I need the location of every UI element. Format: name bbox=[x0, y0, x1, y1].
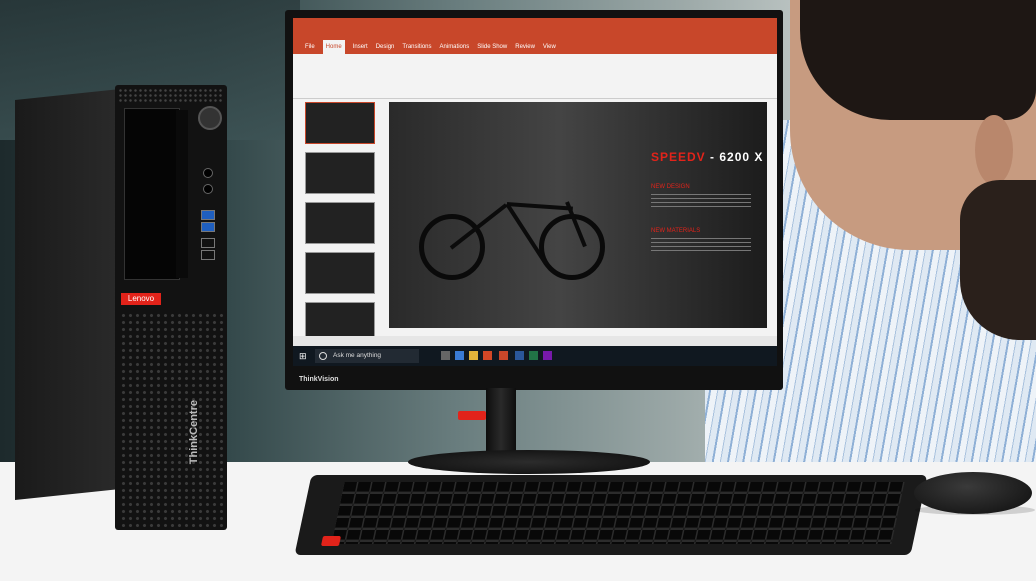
edge-icon[interactable] bbox=[455, 351, 464, 360]
bicycle-frame-icon bbox=[506, 202, 573, 211]
task-view-icon[interactable] bbox=[441, 351, 450, 360]
person-ear bbox=[975, 115, 1013, 185]
tower-top-vent bbox=[118, 88, 224, 102]
powerpoint-icon[interactable] bbox=[499, 351, 508, 360]
slide-thumbnail-pane bbox=[299, 102, 375, 344]
ribbon-tab[interactable]: Design bbox=[376, 40, 395, 54]
power-button-icon bbox=[198, 106, 222, 130]
keyboard-keys bbox=[331, 482, 905, 544]
bicycle-wheel-icon bbox=[539, 214, 605, 280]
app-status-bar bbox=[293, 336, 777, 346]
desktop-tower-side bbox=[15, 88, 125, 500]
slide-body-text bbox=[651, 194, 751, 210]
tower-front-vent bbox=[120, 312, 224, 527]
thinkvision-label: ThinkVision bbox=[299, 376, 339, 383]
card-reader-slot bbox=[176, 110, 188, 278]
cortana-icon bbox=[319, 352, 327, 360]
person-beard bbox=[960, 180, 1036, 340]
slide-title-rest: - 6200 X bbox=[705, 150, 764, 164]
monitor-screen: File Home Insert Design Transitions Anim… bbox=[293, 18, 777, 366]
optical-drive-bay bbox=[124, 108, 180, 280]
windows-taskbar: ⊞ Ask me anything bbox=[293, 346, 777, 366]
taskbar-search-placeholder: Ask me anything bbox=[333, 352, 382, 359]
product-scene: Lenovo ThinkCentre File Home Insert Desi… bbox=[0, 0, 1036, 581]
ribbon-tab[interactable]: Animations bbox=[440, 40, 470, 54]
monitor-stand-base bbox=[408, 450, 650, 474]
ribbon-tab[interactable]: Review bbox=[515, 40, 535, 54]
slide-thumbnail[interactable] bbox=[305, 102, 375, 144]
ribbon-toolbar bbox=[293, 54, 777, 99]
slide-thumbnail[interactable] bbox=[305, 252, 375, 294]
person-hair bbox=[800, 0, 1036, 120]
monitor-stand-neck bbox=[486, 388, 516, 458]
slide-title-accent: SPEEDV bbox=[651, 150, 706, 164]
slide-body-text bbox=[651, 238, 751, 254]
ribbon-tab[interactable]: Transitions bbox=[402, 40, 431, 54]
audio-jack-icon bbox=[203, 184, 213, 194]
slide-title: SPEEDV - 6200 X bbox=[651, 150, 763, 164]
windows-start-icon[interactable]: ⊞ bbox=[299, 351, 307, 362]
ribbon-tab-bar: File Home Insert Design Transitions Anim… bbox=[293, 40, 777, 54]
excel-icon[interactable] bbox=[529, 351, 538, 360]
keyboard-red-accent bbox=[320, 536, 342, 546]
slide-thumbnail[interactable] bbox=[305, 202, 375, 244]
slide-thumbnail[interactable] bbox=[305, 152, 375, 194]
app-title-bar bbox=[293, 18, 777, 40]
word-icon[interactable] bbox=[515, 351, 524, 360]
stand-red-accent bbox=[458, 411, 486, 420]
slide-canvas[interactable]: SPEEDV - 6200 X NEW DESIGN NEW MATERIALS bbox=[389, 102, 767, 328]
usb-port-icon bbox=[201, 250, 215, 260]
file-explorer-icon[interactable] bbox=[469, 351, 478, 360]
taskbar-search-box[interactable]: Ask me anything bbox=[315, 349, 419, 363]
ribbon-tab-active[interactable]: Home bbox=[322, 40, 345, 54]
mouse bbox=[914, 472, 1032, 514]
ribbon-tab[interactable]: Slide Show bbox=[477, 40, 507, 54]
ribbon-tab[interactable]: File bbox=[305, 40, 315, 54]
slide-heading: NEW MATERIALS bbox=[651, 228, 701, 234]
slide-heading: NEW DESIGN bbox=[651, 184, 690, 190]
ribbon-tab[interactable]: Insert bbox=[353, 40, 368, 54]
usb-port-icon bbox=[201, 210, 215, 220]
onenote-icon[interactable] bbox=[543, 351, 552, 360]
usb-port-icon bbox=[201, 238, 215, 248]
usb-port-icon bbox=[201, 222, 215, 232]
ribbon-tab[interactable]: View bbox=[543, 40, 556, 54]
lenovo-logo-badge: Lenovo bbox=[121, 293, 161, 305]
audio-jack-icon bbox=[203, 168, 213, 178]
thinkcentre-label: ThinkCentre bbox=[188, 400, 200, 465]
office-icon[interactable] bbox=[483, 351, 492, 360]
